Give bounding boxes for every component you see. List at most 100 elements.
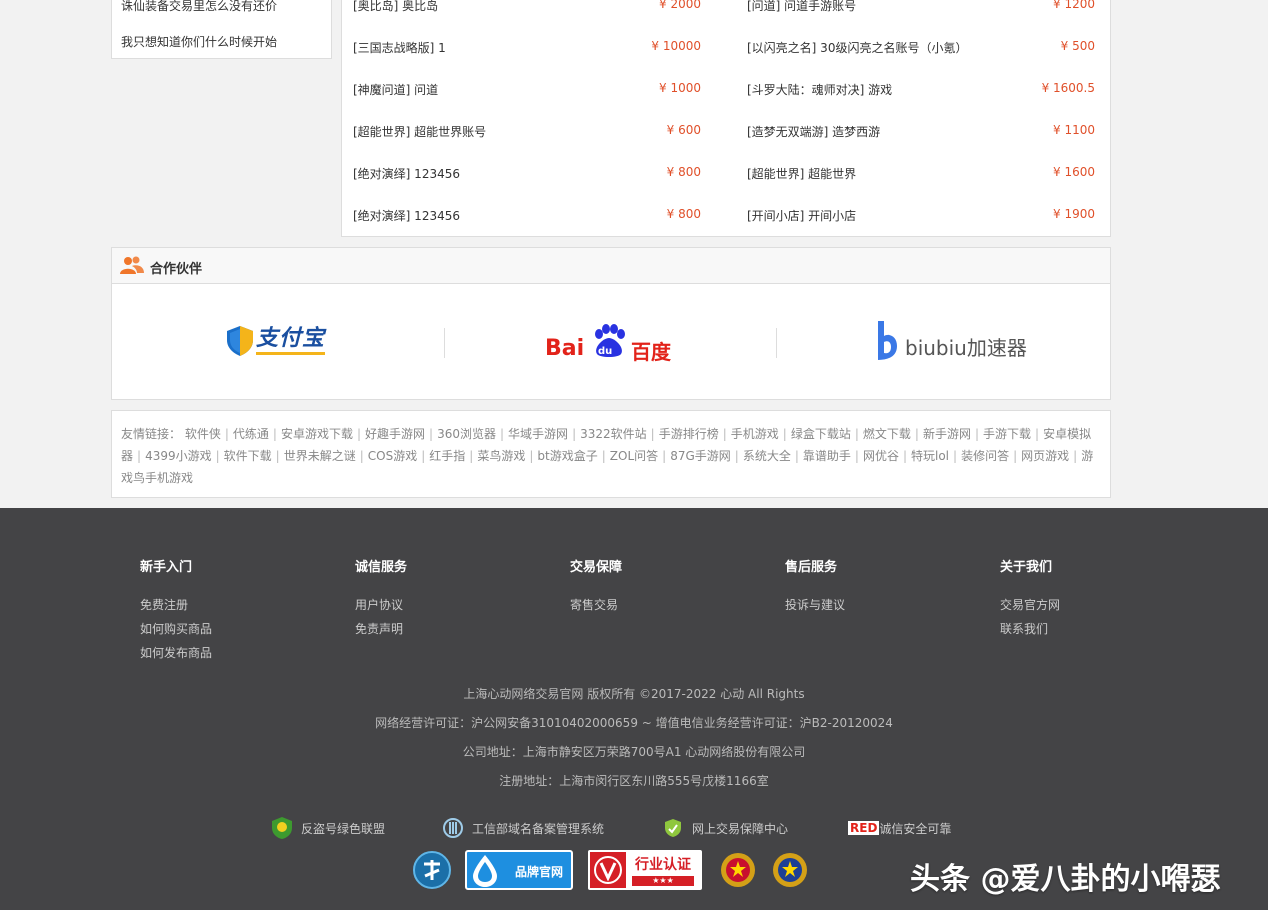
- footer-link[interactable]: 免责声明: [355, 617, 555, 641]
- industry-cert-stars: ★★★: [632, 876, 694, 886]
- friend-link[interactable]: ZOL问答: [610, 449, 658, 463]
- footer-column: 关于我们 交易官方网 联系我们: [1000, 556, 1200, 641]
- friend-link[interactable]: 手机游戏: [731, 427, 779, 441]
- question-link[interactable]: 诛仙装备交易里怎么没有还价: [121, 0, 277, 14]
- badge-miit[interactable]: 工信部域名备案管理系统: [442, 816, 604, 840]
- link-separator: |: [794, 449, 799, 463]
- friend-link[interactable]: 4399小游戏: [145, 449, 212, 463]
- footer-column: 诚信服务 用户协议 免责声明: [355, 556, 555, 641]
- footer-link[interactable]: 交易官方网: [1000, 593, 1200, 617]
- friend-link[interactable]: 系统大全: [743, 449, 791, 463]
- footer-link[interactable]: 如何发布商品: [140, 641, 340, 665]
- link-separator: |: [275, 449, 280, 463]
- brand-site-badge[interactable]: 品牌官网: [465, 850, 573, 890]
- footer-link[interactable]: 联系我们: [1000, 617, 1200, 641]
- water-drop-icon: [473, 855, 497, 887]
- alipay-shield-icon: [227, 326, 253, 356]
- friend-link[interactable]: 好趣手游网: [365, 427, 425, 441]
- badge-red[interactable]: RED 诚信安全可靠: [848, 816, 951, 840]
- footer-link[interactable]: 寄售交易: [570, 593, 770, 617]
- baidu-cn-text: 百度: [631, 340, 671, 364]
- trade-title: [绝对演绎] 123456: [353, 167, 460, 181]
- trade-title: [开间小店] 开间小店: [747, 209, 857, 223]
- friend-link[interactable]: 新手游网: [923, 427, 971, 441]
- alipay-logo[interactable]: 支付宝: [112, 284, 444, 400]
- trade-price: ¥ 1000: [659, 81, 701, 95]
- footer-column: 售后服务 投诉与建议: [785, 556, 985, 617]
- link-separator: |: [215, 449, 220, 463]
- link-separator: |: [902, 449, 907, 463]
- link-separator: |: [974, 427, 980, 441]
- partners-header: 合作伙伴: [112, 248, 1110, 284]
- link-separator: |: [782, 427, 787, 441]
- friend-link[interactable]: 燃文下载: [863, 427, 911, 441]
- footer-link[interactable]: 如何购买商品: [140, 617, 340, 641]
- friend-link[interactable]: 特玩lol: [911, 449, 949, 463]
- friend-link[interactable]: COS游戏: [368, 449, 417, 463]
- link-separator: |: [734, 449, 739, 463]
- friend-link[interactable]: 红手指: [429, 449, 465, 463]
- footer-column-title: 交易保障: [570, 560, 623, 575]
- link-separator: |: [429, 427, 434, 441]
- friend-link[interactable]: 网优谷: [863, 449, 899, 463]
- biubiu-logo[interactable]: biubiu加速器: [777, 284, 1109, 400]
- friend-link[interactable]: 安卓游戏下载: [281, 427, 353, 441]
- friend-link[interactable]: 手游下载: [983, 427, 1031, 441]
- police-badge-icon[interactable]: [412, 850, 452, 890]
- footer-link[interactable]: 投诉与建议: [785, 593, 985, 617]
- trade-price: ¥ 1200: [1053, 0, 1095, 11]
- friend-link[interactable]: 网页游戏: [1021, 449, 1069, 463]
- friend-link[interactable]: 软件下载: [224, 449, 272, 463]
- friend-link[interactable]: 87G手游网: [670, 449, 731, 463]
- footer-column: 交易保障 寄售交易: [570, 556, 770, 617]
- friend-link[interactable]: 代练通: [233, 427, 269, 441]
- trade-price: ¥ 2000: [659, 0, 701, 11]
- friend-link[interactable]: 绿盒下载站: [791, 427, 851, 441]
- address-text: 公司地址：上海市静安区万荣路700号A1 心动网络股份有限公司: [462, 745, 806, 759]
- friend-link[interactable]: bt游戏盒子: [537, 449, 597, 463]
- link-separator: |: [137, 449, 142, 463]
- friend-link[interactable]: 世界未解之谜: [284, 449, 356, 463]
- friend-link[interactable]: 菜鸟游戏: [477, 449, 525, 463]
- trade-list: [奥比岛] 奥比岛 ¥ 2000 [三国志战略版] 1 ¥ 10000 [神魔问…: [341, 0, 1111, 237]
- shield-leaf-icon: [665, 819, 681, 837]
- link-separator: |: [421, 449, 426, 463]
- trade-title: [斗罗大陆：魂师对决] 游戏: [747, 83, 893, 97]
- link-separator: |: [722, 427, 727, 441]
- badge-trade-guarantee[interactable]: 网上交易保障中心: [662, 816, 788, 840]
- police-emblem-icon[interactable]: [718, 850, 758, 890]
- badge-anti-theft[interactable]: 反盗号绿色联盟: [271, 816, 385, 840]
- footer-link[interactable]: 用户协议: [355, 593, 555, 617]
- badge-label: 网上交易保障中心: [692, 821, 789, 836]
- friend-link[interactable]: 手游排行榜: [659, 427, 719, 441]
- footer-column: 新手入门 免费注册 如何购买商品 如何发布商品: [140, 556, 340, 665]
- baidu-bai-text: Bai: [545, 336, 585, 361]
- industry-cert-badge[interactable]: 行业认证 ★★★: [588, 850, 702, 890]
- brand-site-label: 品牌官网: [515, 865, 564, 879]
- friend-link[interactable]: 软件侠: [185, 427, 221, 441]
- trade-title: [超能世界] 超能世界账号: [353, 125, 487, 139]
- trade-price: ¥ 500: [1060, 39, 1095, 53]
- v-cert-icon: [594, 856, 622, 884]
- trade-title: [三国志战略版] 1: [353, 41, 446, 55]
- friend-link[interactable]: 靠谱助手: [803, 449, 851, 463]
- reg-address-text: 注册地址：上海市闵行区东川路555号戊楼1166室: [499, 774, 769, 788]
- trade-title: [造梦无双端游] 造梦西游: [747, 125, 881, 139]
- link-separator: |: [359, 449, 364, 463]
- link-separator: |: [854, 449, 859, 463]
- partners-title: 合作伙伴: [150, 262, 203, 277]
- badge-label: 反盗号绿色联盟: [301, 821, 386, 836]
- question-link[interactable]: 我只想知道你们什么时候开始: [121, 33, 277, 50]
- friend-link[interactable]: 360浏览器: [437, 427, 496, 441]
- trade-price: ¥ 800: [666, 207, 701, 221]
- police-emblem-2-icon[interactable]: [770, 850, 810, 890]
- footer-link[interactable]: 免费注册: [140, 593, 340, 617]
- baidu-logo[interactable]: Bai du 百度: [445, 284, 777, 400]
- link-separator: |: [529, 449, 534, 463]
- trade-title: [超能世界] 超能世界: [747, 167, 857, 181]
- friend-link[interactable]: 华域手游网: [508, 427, 568, 441]
- friend-link[interactable]: 装修问答: [961, 449, 1009, 463]
- badge-label: 诚信安全可靠: [879, 821, 952, 836]
- link-separator: |: [272, 427, 277, 441]
- friend-link[interactable]: 3322软件站: [580, 427, 647, 441]
